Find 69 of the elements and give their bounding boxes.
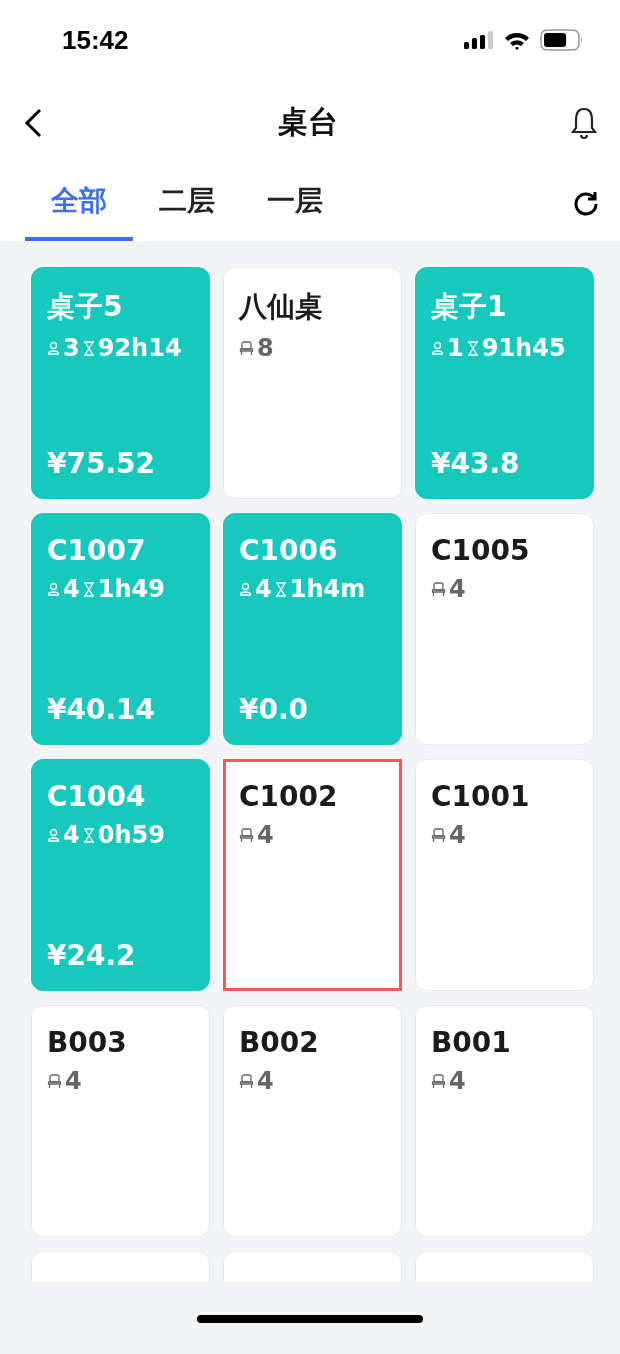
duration: 1h4m (289, 575, 366, 603)
table-name: C1002 (239, 780, 339, 813)
seat-count: 8 (257, 334, 274, 362)
table-card[interactable]: B003 4 (31, 1005, 210, 1237)
table-card[interactable]: B001 4 (415, 1005, 594, 1237)
guest-count: 4 (255, 575, 272, 603)
chair-icon (431, 1073, 446, 1089)
table-name: C1006 (239, 534, 339, 567)
table-name: 八仙桌 (239, 289, 324, 325)
person-icon (47, 828, 60, 842)
table-card[interactable]: C1005 4 (415, 513, 594, 745)
person-icon (47, 341, 60, 355)
page-title: 桌台 (278, 103, 338, 141)
battery-icon (540, 29, 584, 51)
amount: ¥40.14 (47, 693, 157, 726)
table-name: B002 (239, 1026, 320, 1059)
seat-count: 4 (449, 821, 466, 849)
person-icon (431, 341, 444, 355)
table-card[interactable]: B002 4 (223, 1005, 402, 1237)
hourglass-icon (274, 581, 287, 597)
chair-icon (431, 827, 446, 843)
seat-count: 4 (257, 821, 274, 849)
guest-count: 1 (447, 334, 464, 362)
table-name: 桌子1 (431, 289, 508, 325)
table-name: B001 (431, 1026, 512, 1059)
chair-icon (239, 1073, 254, 1089)
floor-tab[interactable]: 一层 (241, 165, 349, 241)
duration: 1h49 (97, 575, 165, 603)
hourglass-icon (82, 581, 95, 597)
person-icon (47, 582, 60, 596)
hourglass-icon (466, 340, 479, 356)
amount: ¥0.0 (239, 693, 310, 726)
guest-count: 3 (63, 334, 80, 362)
guest-count: 4 (63, 821, 80, 849)
duration: 91h45 (481, 334, 566, 362)
guest-count: 4 (63, 575, 80, 603)
floor-tab[interactable]: 二层 (133, 165, 241, 241)
table-name: C1005 (431, 534, 531, 567)
person-icon (239, 582, 252, 596)
table-card[interactable]: C1001 4 (415, 759, 594, 991)
table-name: 桌子5 (47, 289, 124, 325)
seat-count: 4 (449, 1067, 466, 1095)
table-name: C1007 (47, 534, 147, 567)
bell-button[interactable] (570, 105, 598, 140)
wifi-icon (504, 30, 530, 50)
chair-icon (47, 1073, 62, 1089)
amount: ¥24.2 (47, 939, 137, 972)
floor-tab[interactable]: 全部 (25, 165, 133, 241)
amount: ¥43.8 (431, 447, 521, 480)
seat-count: 4 (449, 575, 466, 603)
chair-icon (239, 827, 254, 843)
chair-icon (239, 340, 254, 356)
hourglass-icon (82, 340, 95, 356)
table-name: C1004 (47, 780, 147, 813)
table-name: B003 (47, 1026, 128, 1059)
table-card[interactable]: C1002 4 (223, 759, 402, 991)
bell-icon (570, 105, 598, 140)
table-card[interactable]: 八仙桌 8 (223, 267, 402, 499)
table-name: C1001 (431, 780, 531, 813)
seat-count: 4 (65, 1067, 82, 1095)
amount: ¥75.52 (47, 447, 157, 480)
status-time: 15:42 (62, 24, 129, 56)
duration: 0h59 (97, 821, 165, 849)
refresh-icon (572, 189, 600, 217)
duration: 92h14 (97, 334, 182, 362)
hourglass-icon (82, 827, 95, 843)
signal-icon (464, 30, 494, 50)
chair-icon (431, 581, 446, 597)
seat-count: 4 (257, 1067, 274, 1095)
